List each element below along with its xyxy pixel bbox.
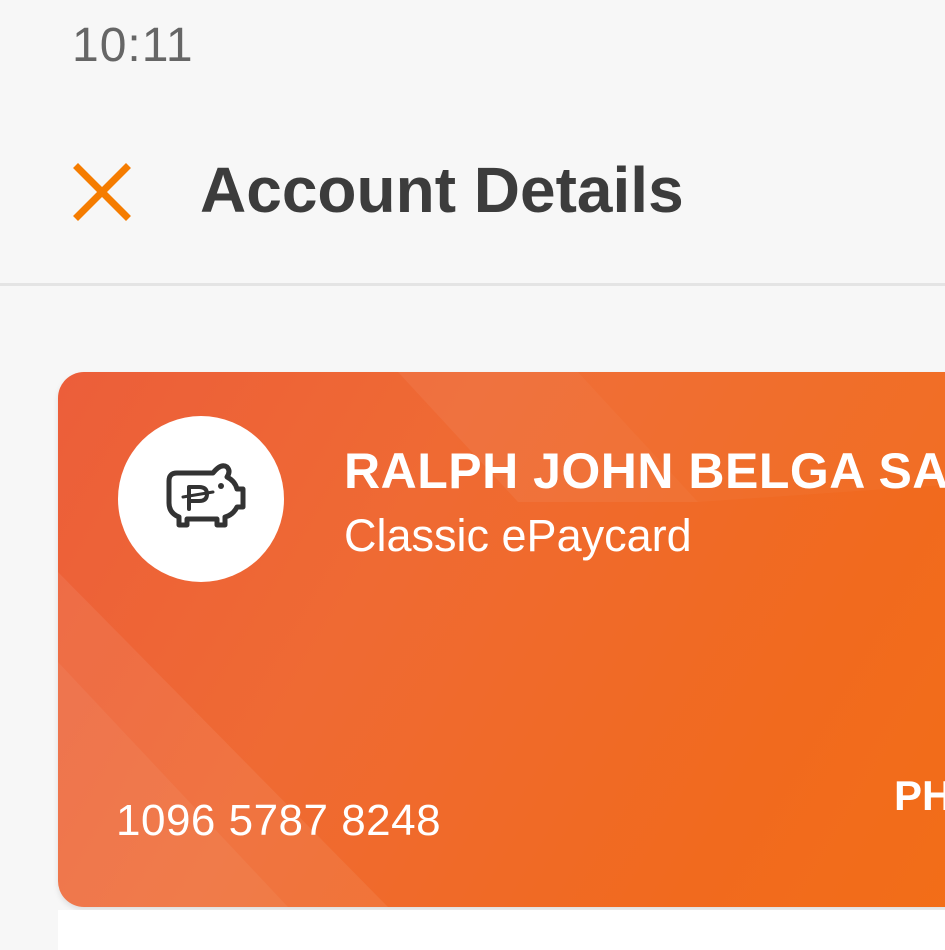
status-bar: 10:11 — [0, 0, 945, 95]
status-time: 10:11 — [72, 19, 194, 72]
card-type: Classic ePaycard — [344, 510, 692, 561]
currency-label: PH — [894, 772, 945, 819]
card-details-panel — [58, 910, 945, 950]
account-number: 1096 5787 8248 — [116, 796, 442, 845]
app-bar: Account Details — [0, 95, 945, 286]
card-logo — [118, 416, 284, 582]
page-title: Account Details — [200, 154, 684, 226]
account-card[interactable]: RALPH JOHN BELGA SA Classic ePaycard 109… — [58, 372, 945, 907]
card-holder-name: RALPH JOHN BELGA SA — [344, 443, 945, 499]
close-icon — [73, 163, 131, 221]
piggy-bank-icon — [166, 463, 246, 528]
close-button[interactable] — [60, 150, 144, 234]
